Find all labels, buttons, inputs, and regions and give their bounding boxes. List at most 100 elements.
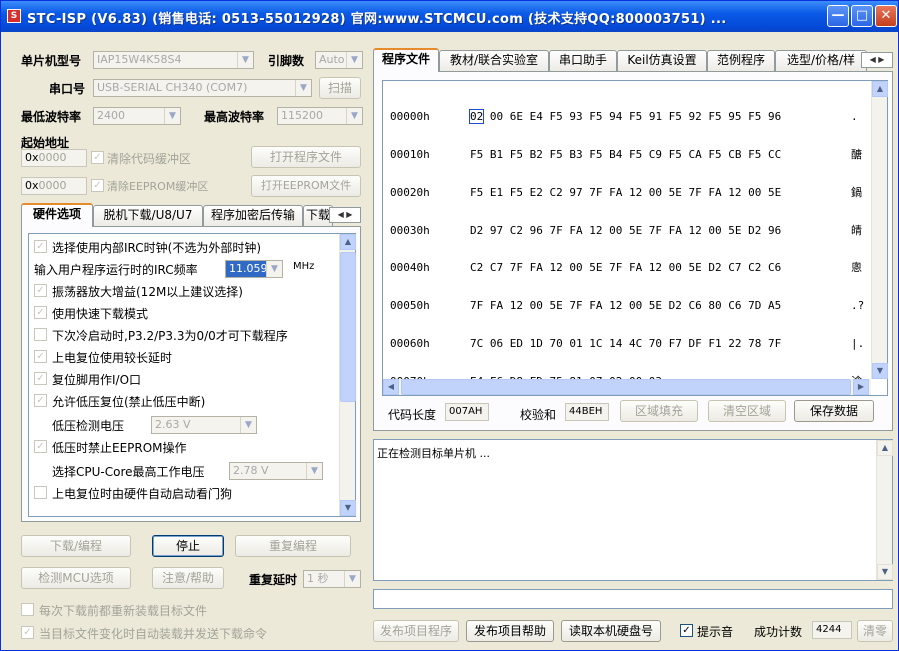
options-scroll-thumb[interactable] [340, 252, 356, 402]
options-scrollbar[interactable]: ▲ ▼ [339, 234, 356, 516]
tab-textbook-lab[interactable]: 教材/联合实验室 [439, 50, 549, 71]
low-voltage-value: 2.63 V [155, 418, 191, 431]
scroll-up-icon[interactable]: ▲ [340, 234, 356, 250]
low-voltage-select[interactable]: 2.63 V ▼ [151, 416, 257, 434]
tab-offline-download[interactable]: 脱机下载/U8/U7 [93, 205, 203, 226]
code-start-address-value: 0000 [38, 151, 67, 164]
beep-checkbox[interactable]: ✓ [680, 624, 693, 637]
pins-label: 引脚数 [268, 54, 305, 68]
hex-row: 7F FA 12 00 5E 7F FA 12 00 5E D2 C6 80 C… [470, 299, 782, 313]
eeprom-start-address-input[interactable]: 0x0000 [21, 177, 87, 195]
hex-address: 00040h [390, 261, 430, 275]
publish-help-button[interactable]: 发布项目帮助 [466, 620, 554, 642]
minimize-button[interactable]: — [827, 5, 849, 27]
cpu-core-voltage-select[interactable]: 2.78 V ▼ [229, 462, 323, 480]
tab-sample-programs[interactable]: 范例程序 [707, 50, 775, 71]
clear-eeprom-buffer-checkbox[interactable]: ✓ [91, 179, 104, 192]
pins-select[interactable]: Auto ▼ [315, 51, 363, 69]
tab-scroll-arrows[interactable]: ◀ ▶ [329, 207, 361, 223]
read-disk-id-button[interactable]: 读取本机硬盘号 [561, 620, 661, 642]
hardware-options-list: ✓ 选择使用内部IRC时钟(不选为外部时钟) 输入用户程序运行时的IRC频率 1… [28, 233, 356, 517]
hex-bytes-column: 02 00 6E E4 F5 93 F5 94 F5 91 F5 92 F5 9… [468, 86, 782, 413]
hex-scrollbar-vertical[interactable]: ▲ ▼ [871, 81, 888, 379]
clear-code-buffer-checkbox[interactable]: ✓ [91, 151, 104, 164]
chevron-down-icon: ▼ [306, 463, 322, 479]
tab-encrypted-transfer[interactable]: 程序加密后传输 [203, 205, 303, 226]
min-baud-select[interactable]: 2400 ▼ [93, 107, 181, 125]
tab-hardware-options[interactable]: 硬件选项 [21, 203, 93, 227]
detect-mcu-options-button[interactable]: 检测MCU选项 [21, 567, 131, 589]
min-baud-value: 2400 [97, 109, 125, 122]
auto-load-send-checkbox[interactable]: ✓ [21, 626, 34, 639]
low-voltage-reset-label: 允许低压复位(禁止低压中断) [52, 395, 206, 409]
hex-scrollbar-horizontal[interactable]: ◀ ▶ [383, 379, 871, 395]
irc-frequency-label: 输入用户程序运行时的IRC频率 [34, 263, 198, 277]
tab-scroll-arrows[interactable]: ◀ ▶ [861, 52, 893, 68]
hex-address: 00030h [390, 223, 430, 237]
chevron-down-icon: ▼ [237, 52, 253, 68]
chevron-down-icon: ▼ [346, 108, 362, 124]
repeat-delay-select[interactable]: 1 秒 ▼ [303, 570, 361, 588]
auto-watchdog-checkbox[interactable] [34, 486, 47, 499]
tab-program-file[interactable]: 程序文件 [373, 48, 439, 72]
open-eeprom-file-button[interactable]: 打开EEPROM文件 [251, 175, 361, 197]
serial-port-value: USB-SERIAL CH340 (COM7) [97, 81, 248, 94]
help-button[interactable]: 注意/帮助 [152, 567, 224, 589]
repeat-delay-label: 重复延时 [249, 573, 298, 587]
osc-gain-checkbox[interactable]: ✓ [34, 284, 47, 297]
tab-selection-price[interactable]: 选型/价格/样 [775, 50, 867, 71]
irc-frequency-unit: MHz [293, 261, 315, 272]
tab-keil-settings[interactable]: Keil仿真设置 [617, 50, 707, 71]
hex-scroll-thumb[interactable] [401, 379, 851, 395]
mcu-type-select[interactable]: IAP15W4K58S4 ▼ [93, 51, 254, 69]
maximize-button[interactable]: □ [851, 5, 873, 27]
checksum-value: 44BEH [565, 403, 609, 421]
irc-frequency-select[interactable]: 11.0592 ▼ [225, 260, 283, 278]
status-scrollbar[interactable]: ▲ ▼ [876, 440, 893, 580]
reset-pin-io-checkbox[interactable]: ✓ [34, 372, 47, 385]
long-reset-delay-checkbox[interactable]: ✓ [34, 350, 47, 363]
scroll-up-icon[interactable]: ▲ [872, 81, 888, 97]
serial-port-select[interactable]: USB-SERIAL CH340 (COM7) ▼ [93, 79, 312, 97]
scan-button[interactable]: 扫描 [319, 77, 361, 99]
hex-address-column: 00000h 00010h 00020h 00030h 00040h 00050… [390, 86, 443, 413]
hex-row: D2 97 C2 96 7F FA 12 00 5E 7F FA 12 00 5… [470, 223, 782, 237]
scroll-down-icon[interactable]: ▼ [877, 564, 893, 580]
hex-prefix: 0x [25, 151, 39, 164]
hex-row: F5 E1 F5 E2 C2 97 7F FA 12 00 5E 7F FA 1… [470, 185, 782, 199]
fast-download-checkbox[interactable]: ✓ [34, 306, 47, 319]
stop-button[interactable]: 停止 [152, 535, 224, 557]
scroll-left-icon[interactable]: ◀ [383, 379, 399, 395]
low-voltage-reset-checkbox[interactable]: ✓ [34, 394, 47, 407]
hex-view[interactable]: 00000h 00010h 00020h 00030h 00040h 00050… [382, 80, 888, 396]
area-fill-button[interactable]: 区域填充 [620, 400, 698, 422]
repeat-program-button[interactable]: 重复编程 [235, 535, 351, 557]
download-program-button[interactable]: 下载/编程 [21, 535, 131, 557]
scroll-down-icon[interactable]: ▼ [340, 500, 356, 516]
fast-download-label: 使用快速下载模式 [52, 307, 149, 321]
pins-value: Auto [319, 53, 345, 66]
checksum-label: 校验和 [520, 408, 557, 422]
tab-serial-assistant[interactable]: 串口助手 [549, 50, 617, 71]
low-voltage-eeprom-checkbox[interactable]: ✓ [34, 440, 47, 453]
code-start-address-input[interactable]: 0x0000 [21, 149, 87, 167]
title-bar[interactable]: S STC-ISP (V6.83) (销售电话: 0513-55012928) … [1, 1, 898, 32]
status-text: 正在检测目标单片机 ... [377, 447, 490, 460]
max-baud-select[interactable]: 115200 ▼ [277, 107, 363, 125]
scroll-down-icon[interactable]: ▼ [872, 363, 888, 379]
scroll-right-icon[interactable]: ▶ [853, 379, 869, 395]
auto-watchdog-label: 上电复位时由硬件自动启动看门狗 [52, 487, 233, 501]
chevron-down-icon: ▼ [346, 52, 362, 68]
internal-irc-checkbox[interactable]: ✓ [34, 240, 47, 253]
publish-program-button[interactable]: 发布项目程序 [373, 620, 459, 642]
reload-before-download-checkbox[interactable] [21, 603, 34, 616]
close-button[interactable]: ✕ [875, 5, 897, 27]
clear-count-button[interactable]: 清零 [857, 620, 893, 642]
scroll-up-icon[interactable]: ▲ [877, 440, 893, 456]
command-input[interactable] [373, 589, 893, 609]
open-program-file-button[interactable]: 打开程序文件 [251, 146, 361, 168]
p32-p33-checkbox[interactable] [34, 328, 47, 341]
status-output: 正在检测目标单片机 ... ▲ ▼ [373, 439, 893, 581]
save-data-button[interactable]: 保存数据 [794, 400, 874, 422]
clear-area-button[interactable]: 清空区域 [708, 400, 786, 422]
